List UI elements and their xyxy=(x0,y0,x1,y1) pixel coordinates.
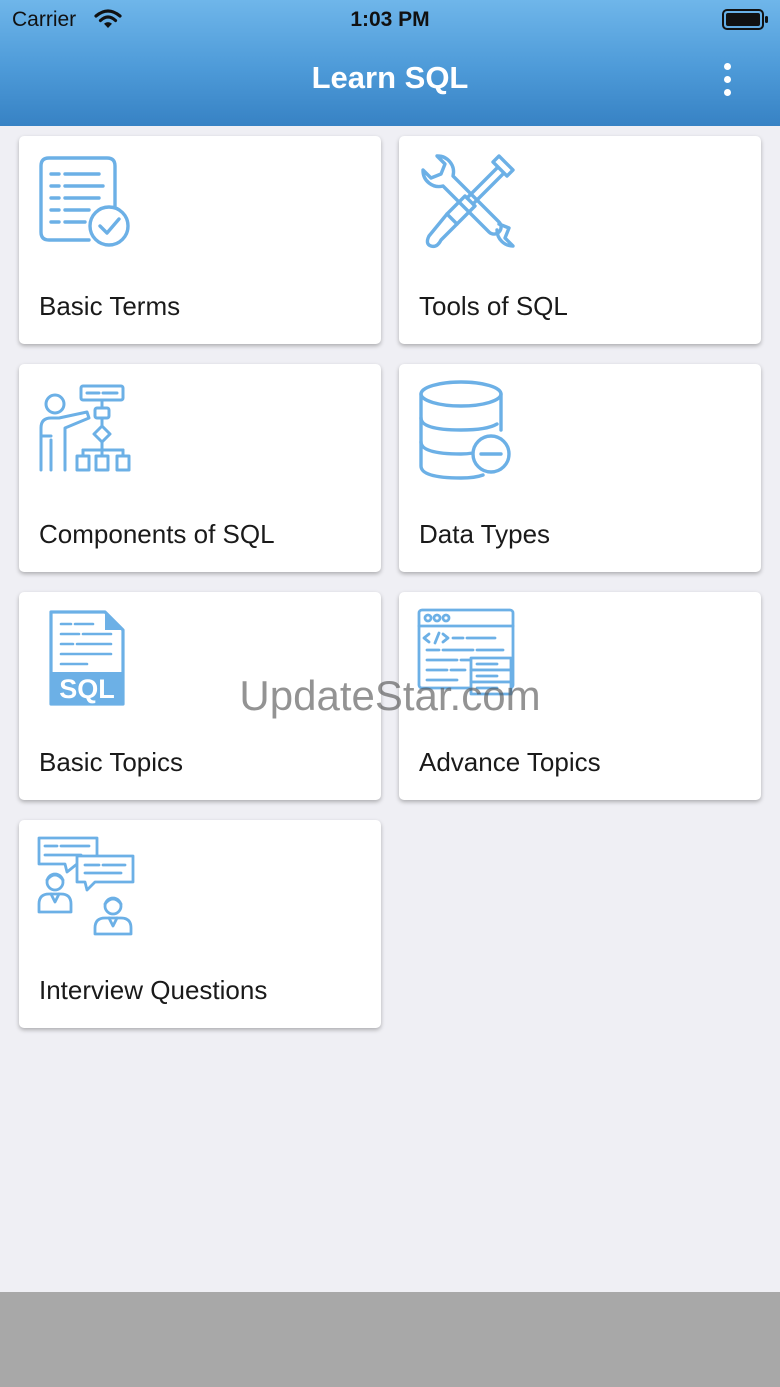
topic-card-components-of-sql[interactable]: Components of SQL xyxy=(19,364,381,572)
sql-file-icon: SQL xyxy=(37,608,137,708)
app-header: Carrier 1:03 PM Learn SQL xyxy=(0,0,780,126)
status-bar: Carrier 1:03 PM xyxy=(0,0,780,40)
topic-label: Tools of SQL xyxy=(419,291,568,321)
topic-label: Interview Questions xyxy=(39,975,268,1005)
topic-card-basic-topics[interactable]: SQL Basic Topics xyxy=(19,592,381,800)
code-window-server-icon xyxy=(417,608,517,708)
database-minus-icon xyxy=(417,380,517,480)
battery-icon xyxy=(722,9,770,36)
conversation-people-icon xyxy=(37,836,137,936)
wrench-screwdriver-icon xyxy=(417,152,517,252)
topic-label: Components of SQL xyxy=(39,519,275,549)
topic-label: Basic Terms xyxy=(39,291,181,321)
topic-label: Basic Topics xyxy=(39,747,184,777)
status-time: 1:03 PM xyxy=(350,8,430,31)
topic-card-basic-terms[interactable]: Basic Terms xyxy=(19,136,381,344)
topic-card-tools-of-sql[interactable]: Tools of SQL xyxy=(399,136,761,344)
topic-card-data-types[interactable]: Data Types xyxy=(399,364,761,572)
more-options-button[interactable] xyxy=(712,58,742,102)
page-title: Learn SQL xyxy=(311,60,469,95)
more-vertical-icon xyxy=(724,63,731,70)
presenter-flowchart-icon xyxy=(37,380,137,480)
topic-label: Advance Topics xyxy=(419,747,601,777)
topic-card-interview-questions[interactable]: Interview Questions xyxy=(19,820,381,1028)
checklist-document-icon xyxy=(37,152,137,252)
bottom-bar xyxy=(0,1292,780,1387)
svg-text:SQL: SQL xyxy=(59,674,115,704)
topic-label: Data Types xyxy=(419,519,551,549)
topic-card-advance-topics[interactable]: Advance Topics xyxy=(399,592,761,800)
